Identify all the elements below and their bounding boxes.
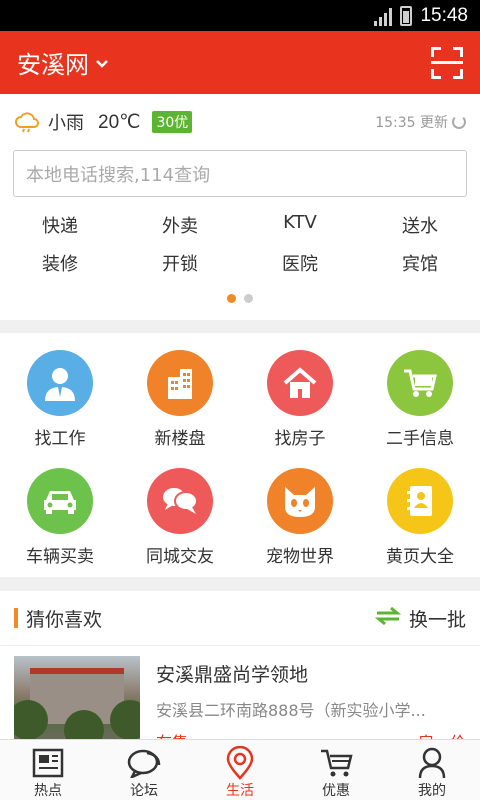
recommend-header: 猜你喜欢 换一批 [0,591,480,646]
scan-icon[interactable] [431,46,463,79]
quick-link-item[interactable]: 医院 [240,250,360,275]
tab-label: 我的 [418,783,446,799]
quick-link-item[interactable]: 宾馆 [360,250,480,275]
category-second-hand[interactable]: 二手信息 [360,333,480,451]
category-yellow-pages[interactable]: 黄页大全 [360,451,480,569]
quick-link-item[interactable]: 外卖 [120,212,240,237]
forum-icon [127,746,161,780]
tab-label: 生活 [226,783,254,799]
aqi-badge: 30优 [152,111,193,133]
cart-icon [319,746,353,780]
category-label: 黄页大全 [386,547,454,567]
clock: 15:48 [420,4,468,26]
signal-icon [374,6,393,26]
car-icon [27,468,93,534]
tab-forum[interactable]: 论坛 [96,740,192,800]
cat-icon [267,468,333,534]
search-input[interactable]: 本地电话搜索,114查询 [13,150,467,197]
list-item[interactable]: 安溪鼎盛尚学领地 安溪县二环南路888号（新实验小学... 在售 一房一价 [0,646,480,752]
category-find-house[interactable]: 找房子 [240,333,360,451]
chevron-down-icon [95,54,109,73]
contacts-icon [387,468,453,534]
property-thumbnail [14,656,140,740]
location-icon [223,746,257,780]
quick-link-item[interactable]: 装修 [0,250,120,275]
update-refresh[interactable]: 15:35 更新 [375,112,466,132]
category-label: 找房子 [274,429,326,449]
recommend-section: 猜你喜欢 换一批 安溪鼎盛尚学领地 安溪县二环南路888号（新实验小学... 在… [0,591,480,752]
category-pets[interactable]: 宠物世界 [240,451,360,569]
swap-label: 换一批 [408,608,466,631]
page-dot-active [227,294,236,303]
temperature: 20℃ [98,111,141,133]
category-label: 找工作 [34,429,86,449]
refresh-icon [452,115,466,129]
page-dot [244,294,253,303]
user-icon [415,746,449,780]
property-address: 安溪县二环南路888号（新实验小学... [156,701,426,720]
house-icon [267,350,333,416]
building-icon [147,350,213,416]
tab-hot[interactable]: 热点 [0,740,96,800]
category-label: 新楼盘 [154,429,206,449]
app-bar: 安溪网 [0,31,480,94]
weather-bar: 小雨 20℃ 30优 15:35 更新 [14,110,466,134]
tab-label: 论坛 [130,783,158,799]
category-dating[interactable]: 同城交友 [120,451,240,569]
app-title: 安溪网 [17,51,89,79]
rain-cloud-icon [14,111,40,133]
header-card: 小雨 20℃ 30优 15:35 更新 本地电话搜索,114查询 快递 外卖 K… [0,94,480,320]
search-placeholder: 本地电话搜索,114查询 [26,164,211,186]
person-icon [27,350,93,416]
update-time: 15:35 更新 [375,115,448,131]
swap-batch-button[interactable]: 换一批 [374,605,466,632]
category-find-job[interactable]: 找工作 [0,333,120,451]
tab-label: 热点 [34,783,62,799]
bottom-tab-bar: 热点 论坛 生活 优惠 我的 [0,739,480,800]
category-new-homes[interactable]: 新楼盘 [120,333,240,451]
weather-desc: 小雨 [48,113,84,134]
category-label: 宠物世界 [266,547,334,567]
battery-icon [400,5,413,26]
quick-link-item[interactable]: 开锁 [120,250,240,275]
section-marker [14,608,18,628]
category-vehicles[interactable]: 车辆买卖 [0,451,120,569]
city-selector[interactable]: 安溪网 [17,45,109,80]
status-bar: 15:48 [0,0,480,31]
quick-link-item[interactable]: KTV [240,212,360,233]
category-grid: 找工作 新楼盘 找房子 二手信息 车辆买卖 同城交友 宠物世界 黄页大全 [0,333,480,577]
chat-icon [147,468,213,534]
tab-deals[interactable]: 优惠 [288,740,384,800]
tab-mine[interactable]: 我的 [384,740,480,800]
swap-arrows-icon [374,605,402,632]
recommend-title: 猜你喜欢 [26,608,103,631]
news-icon [31,746,65,780]
quick-link-item[interactable]: 快递 [0,212,120,237]
category-label: 二手信息 [386,429,454,449]
property-name: 安溪鼎盛尚学领地 [156,664,309,686]
category-label: 同城交友 [146,547,214,567]
cart-icon [387,350,453,416]
tab-label: 优惠 [322,783,350,799]
category-label: 车辆买卖 [26,547,94,567]
tab-life[interactable]: 生活 [192,740,288,800]
page-indicator [0,294,480,303]
quick-links: 快递 外卖 KTV 送水 装修 开锁 医院 宾馆 [0,212,480,275]
quick-link-item[interactable]: 送水 [360,212,480,237]
